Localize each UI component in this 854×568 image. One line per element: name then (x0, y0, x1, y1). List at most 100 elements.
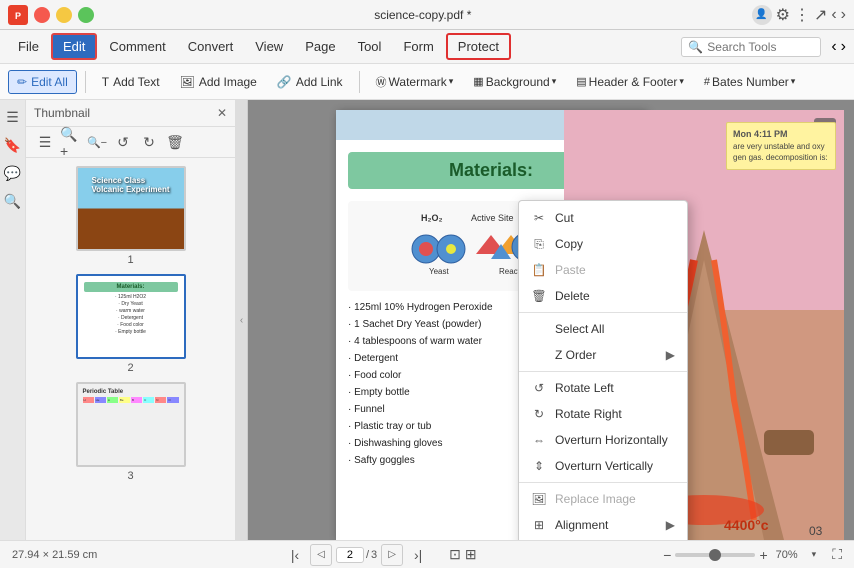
prev-page-btn[interactable]: ◁ (310, 544, 332, 566)
thumbnail-list: Science ClassVolcanic Experiment 1 Mater… (26, 158, 235, 540)
ctx-rotate-right[interactable]: ↻ Rotate Right (519, 401, 687, 427)
menu-tool[interactable]: Tool (348, 35, 392, 58)
maximize-button[interactable] (78, 7, 94, 23)
ctx-separator-2 (519, 371, 687, 372)
menu-view[interactable]: View (245, 35, 293, 58)
thumbnail-header: Thumbnail ✕ (26, 100, 235, 127)
add-image-button[interactable]: 🖼 Add Image (172, 71, 265, 93)
ctx-select-all[interactable]: Select All (519, 316, 687, 342)
ctx-overturn-v[interactable]: ⇕ Overturn Vertically (519, 453, 687, 479)
chevron-down-icon-3: ▾ (679, 76, 684, 87)
page-number-input[interactable] (336, 547, 364, 563)
thumbnail-toolbar: ☰ 🔍+ 🔍− ↺ ↻ 🗑 (26, 127, 235, 158)
text-icon: T (102, 75, 109, 89)
thumbnail-image-2: Materials: · 125ml H2O2· Dry Yeast· warm… (76, 274, 186, 359)
ctx-distribute[interactable]: ⊟ Distribute (519, 538, 687, 540)
menu-comment[interactable]: Comment (99, 35, 175, 58)
menu-form[interactable]: Form (393, 35, 443, 58)
rotate-right-thumbnail-icon[interactable]: ↻ (138, 131, 160, 153)
zoom-plus-icon[interactable]: + (759, 547, 767, 563)
pages-icon[interactable]: ☰ (2, 106, 24, 128)
fit-page-icon[interactable]: ⊡ (449, 546, 461, 563)
zoom-handle[interactable] (709, 549, 721, 561)
ctx-overturn-h[interactable]: ⇔ Overturn Horizontally (519, 427, 687, 453)
delete-icon: 🗑 (531, 288, 547, 304)
thumbnail-image-1: Science ClassVolcanic Experiment (76, 166, 186, 251)
ctx-separator-1 (519, 312, 687, 313)
thumbnail-title: Thumbnail (34, 106, 90, 120)
separator-2 (359, 71, 360, 93)
fit-width-icon[interactable]: ⊞ (465, 546, 477, 563)
zoom-dropdown-icon[interactable]: ▾ (812, 549, 817, 560)
close-thumbnail-icon[interactable]: ✕ (217, 106, 227, 120)
ctx-z-order[interactable]: Z Order ▶ (519, 342, 687, 368)
bates-number-button[interactable]: # Bates Number ▾ (696, 71, 803, 93)
menu-icon[interactable]: ⋮ (794, 5, 810, 25)
sticky-note: Mon 4:11 PM are very unstable and oxy ge… (726, 122, 836, 170)
thumbnail-page-1[interactable]: Science ClassVolcanic Experiment 1 (76, 166, 186, 266)
replace-icon: 🖼 (531, 491, 547, 507)
ctx-z-order-label: Z Order (555, 348, 596, 362)
pdf-area: Materials: H₂O₂ Active Site (248, 100, 854, 540)
bookmark-icon[interactable]: 🔖 (2, 134, 24, 156)
pdf-content[interactable]: Materials: H₂O₂ Active Site (248, 100, 854, 540)
edit-icon: ✏ (17, 75, 27, 89)
forward-icon[interactable]: › (841, 6, 846, 24)
menu-page[interactable]: Page (295, 35, 345, 58)
zoom-slider[interactable] (675, 553, 755, 557)
ctx-separator-3 (519, 482, 687, 483)
thumbnail-page-3[interactable]: Periodic Table H He Li Be B C N O (76, 382, 186, 482)
thumbnail-page-2[interactable]: Materials: · 125ml H2O2· Dry Yeast· warm… (76, 274, 186, 374)
external-link-icon[interactable]: ↗ (814, 5, 827, 25)
settings-icon[interactable]: ⚙ (776, 5, 790, 25)
ctx-rotate-left[interactable]: ↺ Rotate Left (519, 375, 687, 401)
add-text-button[interactable]: T Add Text (94, 71, 168, 93)
nav-back-icon[interactable]: ‹ (831, 38, 836, 56)
zoom-minus-icon[interactable]: − (663, 547, 671, 563)
alignment-icon: ⊞ (531, 517, 547, 533)
search-bar[interactable]: 🔍 (681, 37, 821, 57)
ctx-copy-label: Copy (555, 237, 583, 251)
title-bar: P science-copy.pdf * 👤 ⚙ ⋮ ↗ ‹ › (0, 0, 854, 30)
zoom-in-thumbnail-icon[interactable]: 🔍+ (60, 131, 82, 153)
ctx-copy[interactable]: ⎘ Copy (519, 231, 687, 257)
comment-icon[interactable]: 💬 (2, 162, 24, 184)
page-indicator: / 3 (336, 547, 377, 563)
search-icon-side[interactable]: 🔍 (2, 190, 24, 212)
ctx-delete[interactable]: 🗑 Delete (519, 283, 687, 309)
header-footer-button[interactable]: ▤ Header & Footer ▾ (568, 71, 692, 93)
search-input[interactable] (707, 40, 807, 54)
next-page-btn[interactable]: ▷ (381, 544, 403, 566)
rotate-left-thumbnail-icon[interactable]: ↺ (112, 131, 134, 153)
thumbnail-label-2: 2 (127, 362, 133, 374)
background-button[interactable]: ▦ Background ▾ (465, 71, 564, 93)
menu-file[interactable]: File (8, 35, 49, 58)
watermark-button[interactable]: Ⓦ Watermark ▾ (368, 70, 462, 94)
edit-all-button[interactable]: ✏ Edit All (8, 70, 77, 94)
menu-bar: File Edit Comment Convert View Page Tool… (0, 30, 854, 64)
chevron-down-icon-2: ▾ (552, 76, 557, 87)
last-page-btn[interactable]: ›| (407, 544, 429, 566)
close-button[interactable] (34, 7, 50, 23)
delete-thumbnail-icon[interactable]: 🗑 (164, 131, 186, 153)
menu-protect[interactable]: Protect (446, 33, 511, 60)
thumbnail-image-3: Periodic Table H He Li Be B C N O (76, 382, 186, 467)
list-view-icon[interactable]: ☰ (34, 131, 56, 153)
ctx-cut[interactable]: ✂ Cut (519, 205, 687, 231)
back-icon[interactable]: ‹ (831, 6, 836, 24)
fullscreen-icon[interactable]: ⛶ (832, 546, 842, 563)
ctx-paste[interactable]: 📋 Paste (519, 257, 687, 283)
ctx-replace-image[interactable]: 🖼 Replace Image (519, 486, 687, 512)
header-icon: ▤ (576, 75, 586, 88)
menu-edit[interactable]: Edit (51, 33, 97, 60)
panel-toggle[interactable]: ‹ (236, 100, 248, 540)
minimize-button[interactable] (56, 7, 72, 23)
nav-fwd-icon[interactable]: › (841, 38, 846, 56)
ctx-paste-label: Paste (555, 263, 586, 277)
first-page-btn[interactable]: |‹ (284, 544, 306, 566)
zoom-out-thumbnail-icon[interactable]: 🔍− (86, 131, 108, 153)
menu-convert[interactable]: Convert (178, 35, 244, 58)
ctx-alignment[interactable]: ⊞ Alignment ▶ (519, 512, 687, 538)
add-link-button[interactable]: 🔗 Add Link (269, 71, 351, 93)
thumbnail-label-3: 3 (127, 470, 133, 482)
